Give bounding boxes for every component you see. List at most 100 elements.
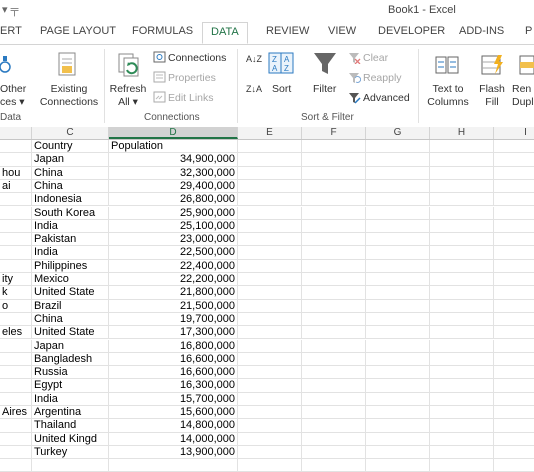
cell-g[interactable]: [366, 206, 430, 220]
column-header-i[interactable]: I: [494, 127, 534, 139]
cell-i[interactable]: [494, 300, 534, 313]
cell-e[interactable]: [238, 406, 302, 420]
tab-page-layout[interactable]: PAGE LAYOUT: [40, 25, 116, 37]
cell-d[interactable]: 21,800,000: [109, 286, 238, 300]
text-to-columns-button[interactable]: Text to Columns: [425, 83, 471, 109]
cell-f[interactable]: [302, 166, 366, 180]
cell-f[interactable]: [302, 286, 366, 300]
cell-b[interactable]: [0, 259, 32, 273]
existing-connections-button[interactable]: Existing Connections: [37, 83, 101, 109]
cell-i[interactable]: [494, 406, 534, 420]
cell-g[interactable]: [366, 259, 430, 273]
cell-e[interactable]: [238, 312, 302, 327]
column-header-b[interactable]: [0, 127, 32, 139]
cell-h[interactable]: [430, 246, 494, 260]
cell-i[interactable]: [494, 140, 534, 154]
cell-b[interactable]: [0, 153, 32, 167]
cell-g[interactable]: [366, 432, 430, 446]
cell-d[interactable]: 16,800,000: [109, 339, 238, 353]
cell-g[interactable]: [366, 166, 430, 180]
cell-b[interactable]: [0, 445, 32, 460]
cell-f[interactable]: [302, 179, 366, 194]
cell-h[interactable]: [430, 140, 494, 154]
cell-e[interactable]: [238, 326, 302, 340]
column-header-h[interactable]: H: [430, 127, 494, 139]
cell-b[interactable]: [0, 339, 32, 353]
cell-h[interactable]: [430, 379, 494, 393]
cell-d[interactable]: 17,300,000: [109, 326, 238, 340]
cell-i[interactable]: [494, 260, 534, 273]
cell-h[interactable]: [430, 432, 494, 446]
other-sources-button[interactable]: Other ces ▾: [0, 83, 30, 109]
cell-f[interactable]: [302, 406, 366, 420]
cell-c[interactable]: Country: [32, 140, 109, 154]
cell-f[interactable]: [302, 366, 366, 380]
cell-b[interactable]: [0, 193, 32, 207]
cell-c[interactable]: Argentina: [32, 406, 109, 420]
cell-g[interactable]: [366, 406, 430, 420]
cell-b[interactable]: [0, 219, 32, 234]
cell-h[interactable]: [430, 339, 494, 353]
cell-b[interactable]: [0, 366, 32, 380]
cell-e[interactable]: [238, 419, 302, 433]
cell-e[interactable]: [238, 166, 302, 180]
cell-f[interactable]: [302, 432, 366, 446]
cell-h[interactable]: [430, 406, 494, 420]
cell-d[interactable]: 25,900,000: [109, 206, 238, 220]
cell-d[interactable]: 14,800,000: [109, 419, 238, 433]
cell-g[interactable]: [366, 286, 430, 300]
cell-h[interactable]: [430, 366, 494, 380]
cell-b[interactable]: [0, 246, 32, 260]
cell-f[interactable]: [302, 299, 366, 313]
cell-e[interactable]: [238, 140, 302, 154]
tab-power[interactable]: P: [525, 25, 532, 37]
cell-c[interactable]: Egypt: [32, 379, 109, 393]
cell-f[interactable]: [302, 233, 366, 247]
sort-a-to-z-button[interactable]: A↓Z: [246, 55, 262, 64]
cell-d[interactable]: 15,600,000: [109, 406, 238, 420]
cell-i[interactable]: [494, 207, 534, 220]
sort-button[interactable]: Sort: [272, 83, 291, 96]
cell-d[interactable]: 19,700,000: [109, 312, 238, 327]
filter-button[interactable]: Filter: [313, 83, 336, 96]
cell-c[interactable]: Russia: [32, 366, 109, 380]
cell-b[interactable]: [0, 432, 32, 446]
cell-h[interactable]: [430, 153, 494, 167]
cell-e[interactable]: [238, 366, 302, 380]
cell-i[interactable]: [494, 167, 534, 180]
cell-h[interactable]: [430, 259, 494, 273]
cell-b[interactable]: [0, 312, 32, 327]
column-header-g[interactable]: G: [366, 127, 430, 139]
cell-h[interactable]: [430, 459, 494, 472]
cell-h[interactable]: [430, 312, 494, 327]
cell-g[interactable]: [366, 339, 430, 353]
cell-f[interactable]: [302, 459, 366, 472]
cell-e[interactable]: [238, 206, 302, 220]
cell-g[interactable]: [366, 366, 430, 380]
cell-c[interactable]: Pakistan: [32, 233, 109, 247]
edit-links-button[interactable]: Edit Links: [168, 92, 214, 105]
cell-b[interactable]: hou: [0, 166, 32, 180]
cell-e[interactable]: [238, 246, 302, 260]
cell-e[interactable]: [238, 153, 302, 167]
cell-h[interactable]: [430, 166, 494, 180]
cell-i[interactable]: [494, 340, 534, 353]
cell-f[interactable]: [302, 259, 366, 273]
cell-d[interactable]: 21,500,000: [109, 299, 238, 313]
cell-f[interactable]: [302, 153, 366, 167]
cell-c[interactable]: India: [32, 246, 109, 260]
cell-g[interactable]: [366, 299, 430, 313]
cell-d[interactable]: 15,700,000: [109, 392, 238, 406]
cell-i[interactable]: [494, 286, 534, 300]
cell-h[interactable]: [430, 206, 494, 220]
cell-c[interactable]: China: [32, 179, 109, 194]
remove-duplicates-button[interactable]: Ren Dupl: [512, 83, 534, 109]
cell-e[interactable]: [238, 352, 302, 367]
cell-d[interactable]: 13,900,000: [109, 445, 238, 460]
cell-e[interactable]: [238, 219, 302, 234]
cell-g[interactable]: [366, 445, 430, 460]
cell-h[interactable]: [430, 299, 494, 313]
cell-d[interactable]: 16,600,000: [109, 366, 238, 380]
cell-i[interactable]: [494, 353, 534, 367]
cell-c[interactable]: United State: [32, 326, 109, 340]
